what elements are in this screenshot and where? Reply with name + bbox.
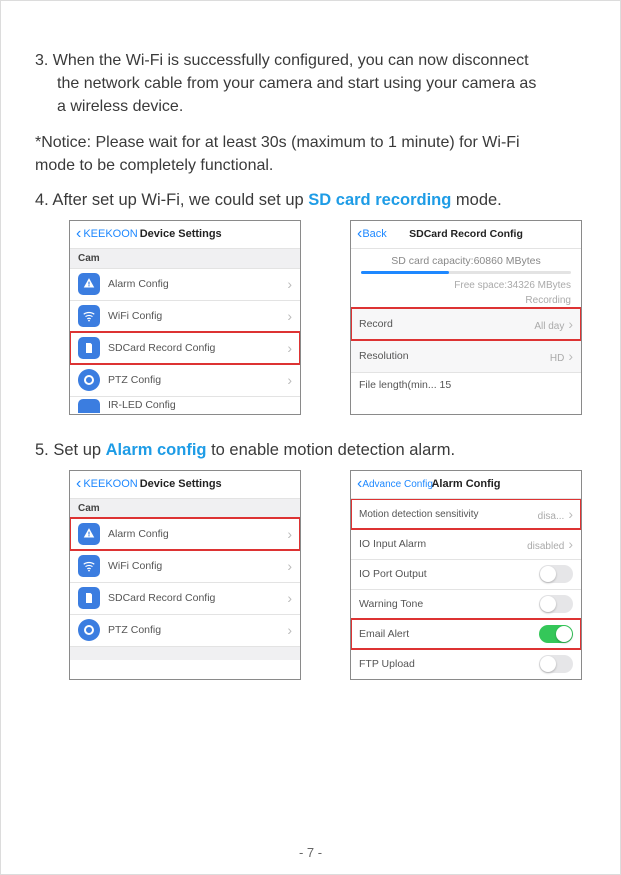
nav-header: ‹ KEEKOON Device Settings — [70, 221, 300, 249]
notice-line1: *Notice: Please wait for at least 30s (m… — [35, 134, 520, 151]
screenshot-device-settings-2: ‹ KEEKOON Device Settings Cam Alarm Conf… — [69, 470, 301, 680]
chevron-right-icon: › — [287, 590, 292, 606]
wifi-icon — [78, 555, 100, 577]
chevron-right-icon: › — [287, 526, 292, 542]
screenshot-sdcard-record-config: ‹ Back SDCard Record Config SD card capa… — [350, 220, 582, 415]
sd-capacity-label: SD card capacity:60860 MBytes — [351, 249, 581, 271]
chevron-right-icon: › — [287, 340, 292, 356]
row-alarm-config[interactable]: Alarm Config › — [70, 268, 300, 300]
chevron-right-icon: › — [568, 536, 573, 552]
row-wifi-config[interactable]: WiFi Config › — [70, 550, 300, 582]
row-irled-config[interactable]: IR-LED Config — [70, 396, 300, 414]
chevron-right-icon: › — [287, 558, 292, 574]
back-button[interactable]: ‹ KEEKOON — [76, 226, 138, 242]
step4-heading: 4. After set up Wi-Fi, we could set up S… — [35, 191, 586, 210]
row-io-port-output[interactable]: IO Port Output — [351, 559, 581, 589]
ptz-icon — [78, 619, 100, 641]
page-number: - 7 - — [1, 845, 620, 860]
chevron-right-icon: › — [287, 622, 292, 638]
step5-heading: 5. Set up Alarm config to enable motion … — [35, 441, 586, 460]
chevron-left-icon: ‹ — [76, 226, 81, 242]
screenshot-device-settings-1: ‹ KEEKOON Device Settings Cam Alarm Conf… — [69, 220, 301, 415]
sdcard-icon — [78, 587, 100, 609]
chevron-right-icon: › — [568, 506, 573, 522]
row-ftp-upload[interactable]: FTP Upload — [351, 649, 581, 679]
row-warning-tone[interactable]: Warning Tone — [351, 589, 581, 619]
nav-title: SDCard Record Config — [357, 228, 575, 240]
toggle-ftp-upload[interactable] — [539, 655, 573, 673]
back-button[interactable]: ‹ Advance Config — [357, 475, 433, 493]
row-wifi-config[interactable]: WiFi Config › — [70, 300, 300, 332]
sd-card-recording-emph: SD card recording — [308, 191, 451, 209]
sdcard-icon — [78, 337, 100, 359]
nav-header: ‹ Advance Config Alarm Config — [351, 471, 581, 499]
back-button[interactable]: ‹ Back — [357, 225, 387, 243]
row-io-input-alarm[interactable]: IO Input Alarm disabled› — [351, 529, 581, 559]
chevron-right-icon: › — [287, 372, 292, 388]
alarm-config-emph: Alarm config — [106, 441, 207, 459]
row-record[interactable]: Record All day› — [351, 308, 581, 340]
step3-paragraph: 3. When the Wi-Fi is successfully config… — [35, 49, 586, 119]
toggle-io-port-output[interactable] — [539, 565, 573, 583]
row-ptz-config[interactable]: PTZ Config › — [70, 364, 300, 396]
irled-icon — [78, 399, 100, 413]
row-ptz-config[interactable]: PTZ Config › — [70, 614, 300, 646]
nav-header: ‹ Back SDCard Record Config — [351, 221, 581, 249]
row-email-alert[interactable]: Email Alert — [351, 619, 581, 649]
nav-title: Device Settings — [140, 478, 222, 490]
screenshot-alarm-config: ‹ Advance Config Alarm Config Motion det… — [350, 470, 582, 680]
notice-paragraph: *Notice: Please wait for at least 30s (m… — [35, 131, 586, 177]
screenshot-row-1: ‹ KEEKOON Device Settings Cam Alarm Conf… — [69, 220, 582, 415]
row-sdcard-config[interactable]: SDCard Record Config › — [70, 332, 300, 364]
sd-status-label: Recording — [351, 293, 581, 308]
sd-free-label: Free space:34326 MBytes — [351, 278, 581, 293]
alarm-icon — [78, 273, 100, 295]
chevron-right-icon: › — [287, 276, 292, 292]
nav-title: Device Settings — [140, 228, 222, 240]
chevron-left-icon: ‹ — [76, 476, 81, 492]
section-label-cam: Cam — [70, 249, 300, 268]
chevron-right-icon: › — [568, 348, 573, 364]
row-resolution[interactable]: Resolution HD› — [351, 340, 581, 372]
step3-line3: a wireless device. — [35, 95, 586, 118]
screenshot-row-2: ‹ KEEKOON Device Settings Cam Alarm Conf… — [69, 470, 582, 680]
row-alarm-config[interactable]: Alarm Config › — [70, 518, 300, 550]
notice-line2: mode to be completely functional. — [35, 157, 273, 174]
chevron-right-icon: › — [287, 308, 292, 324]
step3-line1: 3. When the Wi-Fi is successfully config… — [35, 52, 529, 69]
row-file-length[interactable]: File length(min... 15 — [351, 372, 581, 397]
toggle-email-alert[interactable] — [539, 625, 573, 643]
sd-capacity-bar — [351, 271, 581, 278]
chevron-right-icon: › — [568, 316, 573, 332]
alarm-icon — [78, 523, 100, 545]
row-motion-sensitivity[interactable]: Motion detection sensitivity disa...› — [351, 499, 581, 529]
section-label-cam: Cam — [70, 499, 300, 518]
spacer — [70, 646, 300, 660]
step3-line2: the network cable from your camera and s… — [35, 72, 586, 95]
toggle-warning-tone[interactable] — [539, 595, 573, 613]
back-button[interactable]: ‹ KEEKOON — [76, 476, 138, 492]
row-sdcard-config[interactable]: SDCard Record Config › — [70, 582, 300, 614]
ptz-icon — [78, 369, 100, 391]
nav-header: ‹ KEEKOON Device Settings — [70, 471, 300, 499]
wifi-icon — [78, 305, 100, 327]
